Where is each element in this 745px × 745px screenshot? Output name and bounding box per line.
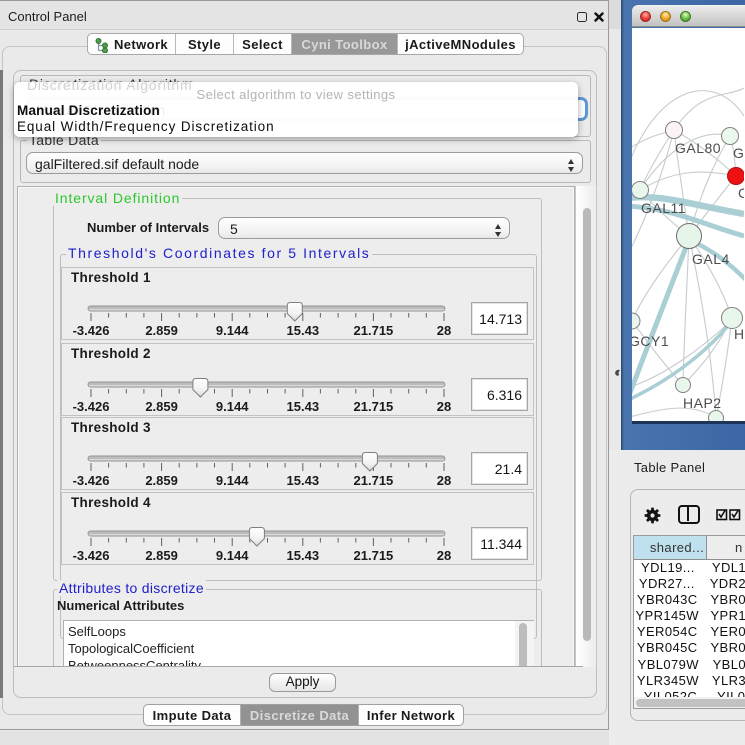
svg-text:21.715: 21.715 xyxy=(354,323,394,338)
svg-text:-3.426: -3.426 xyxy=(73,473,110,488)
svg-text:-3.426: -3.426 xyxy=(73,399,110,414)
svg-text:9.144: 9.144 xyxy=(216,399,249,414)
svg-text:GCY1: GCY1 xyxy=(632,333,669,349)
svg-text:15.43: 15.43 xyxy=(287,548,320,563)
svg-text:9.144: 9.144 xyxy=(216,548,249,563)
svg-text:21.715: 21.715 xyxy=(354,399,394,414)
svg-text:2.859: 2.859 xyxy=(145,399,178,414)
svg-text:GAL11: GAL11 xyxy=(641,200,686,216)
svg-text:9.144: 9.144 xyxy=(216,323,249,338)
svg-text:28: 28 xyxy=(437,399,451,414)
svg-text:GA: GA xyxy=(733,145,744,161)
svg-text:15.43: 15.43 xyxy=(287,473,320,488)
svg-text:2.859: 2.859 xyxy=(145,548,178,563)
svg-text:2.859: 2.859 xyxy=(145,323,178,338)
svg-text:28: 28 xyxy=(437,323,451,338)
svg-text:GAL80: GAL80 xyxy=(675,140,721,156)
svg-text:HAP2: HAP2 xyxy=(683,395,722,411)
svg-text:2.859: 2.859 xyxy=(145,473,178,488)
svg-text:C: C xyxy=(738,185,744,201)
svg-text:15.43: 15.43 xyxy=(287,399,320,414)
svg-text:15.43: 15.43 xyxy=(287,323,320,338)
svg-text:28: 28 xyxy=(437,473,451,488)
svg-text:GAL4: GAL4 xyxy=(692,251,730,267)
svg-text:H: H xyxy=(734,326,744,342)
svg-text:21.715: 21.715 xyxy=(354,548,394,563)
svg-text:28: 28 xyxy=(437,548,451,563)
svg-text:9.144: 9.144 xyxy=(216,473,249,488)
svg-text:-3.426: -3.426 xyxy=(73,548,110,563)
svg-text:-3.426: -3.426 xyxy=(73,323,110,338)
svg-text:21.715: 21.715 xyxy=(354,473,394,488)
